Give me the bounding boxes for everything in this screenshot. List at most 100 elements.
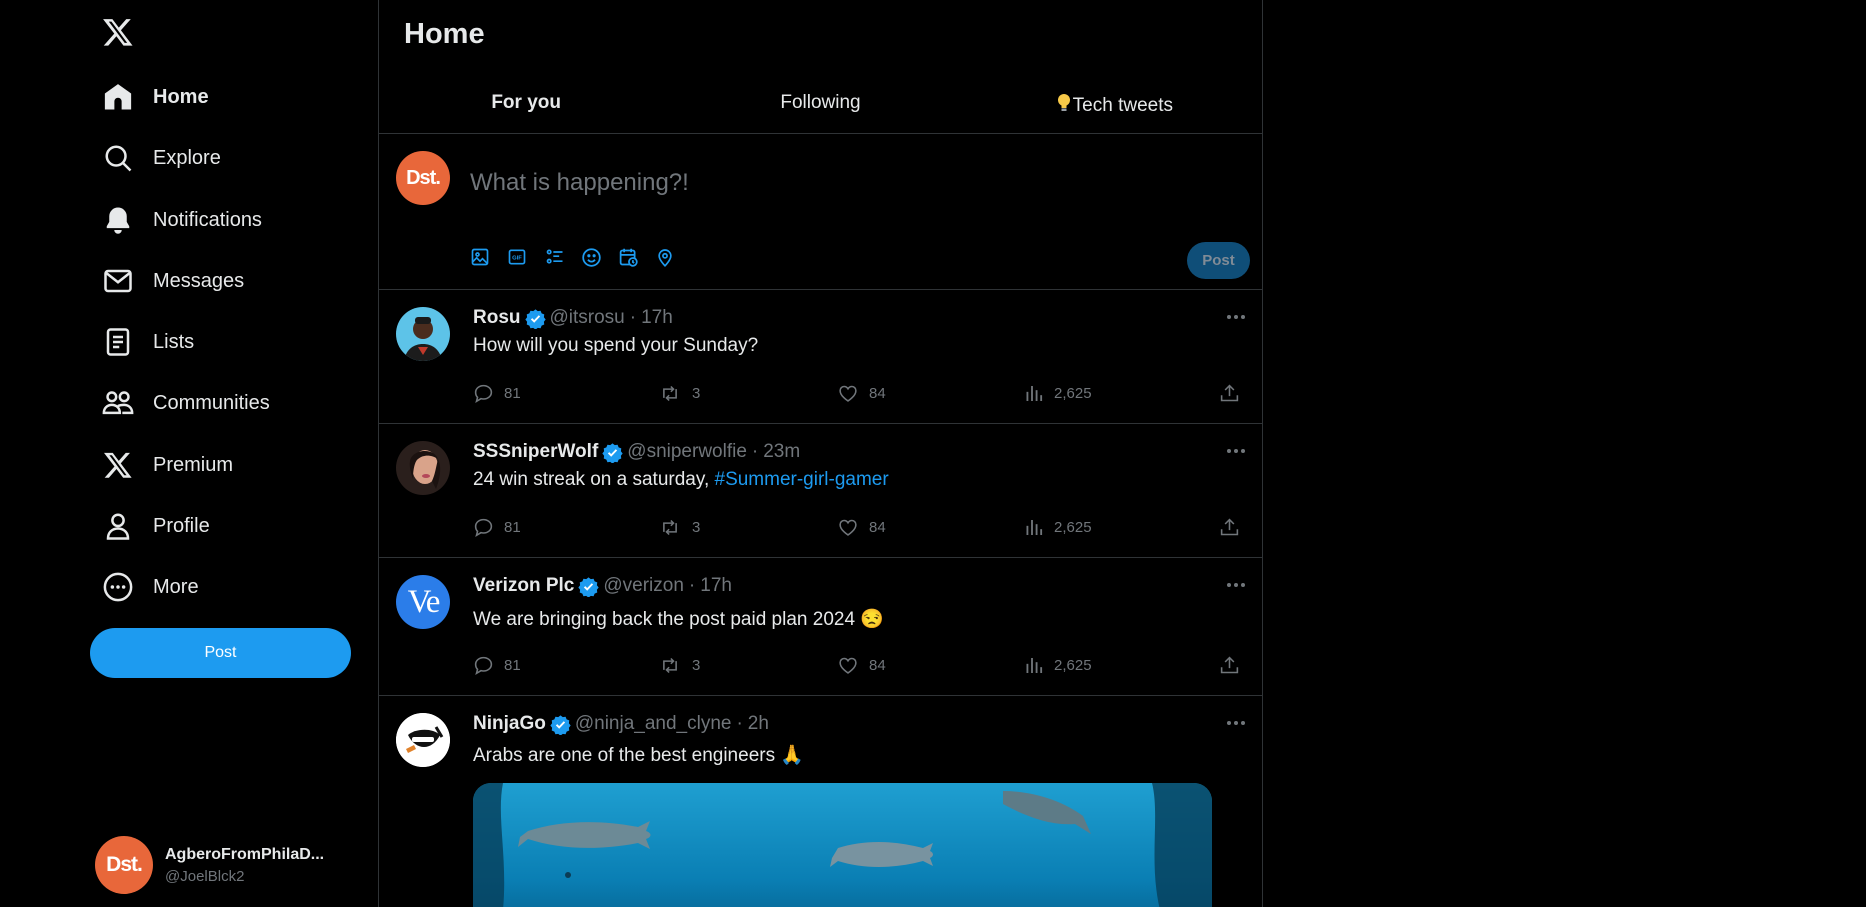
account-handle: @JoelBlck2 xyxy=(165,867,245,885)
more-options-icon[interactable] xyxy=(1224,441,1248,461)
sidebar-item-more[interactable]: More xyxy=(102,567,199,607)
share-button[interactable] xyxy=(1219,655,1250,676)
reply-icon xyxy=(474,656,493,676)
analytics-icon xyxy=(1026,658,1043,673)
author-name[interactable]: SSSniperWolf xyxy=(473,441,598,463)
author-handle[interactable]: @sniperwolfie xyxy=(627,441,747,463)
reply-count: 81 xyxy=(504,385,521,402)
repost-button[interactable]: 3 xyxy=(658,655,700,676)
separator-dot: · xyxy=(751,441,759,462)
avatar[interactable] xyxy=(396,441,450,495)
avatar[interactable]: Ve xyxy=(396,575,450,629)
author-handle[interactable]: @itsrosu xyxy=(550,307,625,329)
home-icon xyxy=(102,81,134,113)
sidebar-item-label: Messages xyxy=(153,269,245,292)
image-icon[interactable] xyxy=(470,242,507,272)
view-count: 2,625 xyxy=(1054,657,1092,674)
like-button[interactable]: 84 xyxy=(837,655,886,676)
share-icon xyxy=(1220,656,1239,674)
repost-icon xyxy=(663,385,677,402)
sidebar-item-lists[interactable]: Lists xyxy=(102,322,194,362)
person-icon xyxy=(102,510,134,542)
share-button[interactable] xyxy=(1219,383,1250,404)
avatar[interactable] xyxy=(396,713,450,767)
sidebar-item-label: Notifications xyxy=(153,208,262,231)
author-name[interactable]: NinjaGo xyxy=(473,713,546,735)
avatar[interactable] xyxy=(396,307,450,361)
more-options-icon[interactable] xyxy=(1224,575,1248,595)
tweet-actions: 81 3 84 2,625 xyxy=(473,383,1243,407)
reply-button[interactable]: 81 xyxy=(473,655,521,676)
tab-label: For you xyxy=(491,91,561,113)
account-switcher[interactable]: Dst. AgberoFromPhilaD... @JoelBlck2 xyxy=(95,836,345,894)
sidebar-item-explore[interactable]: Explore xyxy=(102,138,221,178)
heart-icon xyxy=(839,385,857,402)
view-count: 2,625 xyxy=(1054,519,1092,536)
views-button[interactable]: 2,625 xyxy=(1024,517,1092,538)
lightbulb-icon xyxy=(1057,93,1071,118)
tweet-time[interactable]: 23m xyxy=(763,441,800,463)
tab-tech-tweets[interactable]: Tech tweets xyxy=(968,72,1262,133)
views-button[interactable]: 2,625 xyxy=(1024,383,1092,404)
compose-input[interactable] xyxy=(470,165,1170,201)
account-name: AgberoFromPhilaD... xyxy=(165,845,325,863)
page-title: Home xyxy=(404,18,485,50)
tab-for-you[interactable]: For you xyxy=(379,72,673,133)
emoji-icon[interactable] xyxy=(581,242,618,272)
location-icon[interactable] xyxy=(655,242,692,272)
views-button[interactable]: 2,625 xyxy=(1024,655,1092,676)
composer-toolbar: GIF xyxy=(470,242,692,272)
like-button[interactable]: 84 xyxy=(837,383,886,404)
sidebar-item-notifications[interactable]: Notifications xyxy=(102,200,262,240)
tweet[interactable]: SSSniperWolf @sniperwolfie · 23m 24 win … xyxy=(379,425,1262,558)
share-icon xyxy=(1220,518,1239,536)
more-options-icon[interactable] xyxy=(1224,713,1248,733)
mail-icon xyxy=(102,265,134,297)
avatar-text: Ve xyxy=(407,583,441,620)
app: Home Explore Notifications Messages List xyxy=(0,0,1866,907)
composer-post-button[interactable]: Post xyxy=(1187,242,1250,279)
author-handle[interactable]: @verizon xyxy=(603,575,684,597)
tweet-text: How will you spend your Sunday? xyxy=(473,335,759,356)
svg-text:GIF: GIF xyxy=(512,256,522,262)
tweet[interactable]: Ve Verizon Plc @verizon · 17h We are bri… xyxy=(379,559,1262,696)
x-logo-icon[interactable] xyxy=(102,16,138,52)
sidebar: Home Explore Notifications Messages List xyxy=(0,0,378,907)
reply-button[interactable]: 81 xyxy=(473,517,521,538)
sidebar-item-messages[interactable]: Messages xyxy=(102,261,244,301)
reply-icon xyxy=(474,518,493,538)
tweet[interactable]: Rosu @itsrosu · 17h How will you spend y… xyxy=(379,291,1262,424)
repost-button[interactable]: 3 xyxy=(658,383,700,404)
separator-dot: · xyxy=(629,307,637,328)
separator-dot: · xyxy=(736,713,743,734)
like-count: 84 xyxy=(869,519,886,536)
share-button[interactable] xyxy=(1219,517,1250,538)
list-icon xyxy=(102,326,134,358)
tweet-header: Verizon Plc @verizon · 17h xyxy=(473,575,732,597)
sidebar-item-communities[interactable]: Communities xyxy=(102,383,270,423)
sidebar-item-home[interactable]: Home xyxy=(102,77,209,117)
author-handle[interactable]: @ninja_and_clyne xyxy=(575,713,732,735)
tweet-time[interactable]: 2h xyxy=(748,713,769,735)
author-name[interactable]: Verizon Plc xyxy=(473,575,574,597)
more-options-icon[interactable] xyxy=(1224,307,1248,327)
tweet-time[interactable]: 17h xyxy=(641,307,673,329)
hashtag-link[interactable]: #Summer-girl-gamer xyxy=(715,469,889,490)
tweet-time[interactable]: 17h xyxy=(700,575,732,597)
sidebar-item-premium[interactable]: Premium xyxy=(102,445,233,485)
sidebar-item-label: Profile xyxy=(153,514,210,537)
tab-following[interactable]: Following xyxy=(673,72,967,133)
tweet[interactable]: NinjaGo @ninja_and_clyne · 2h Arabs are … xyxy=(379,697,1262,907)
poll-icon[interactable] xyxy=(544,242,581,272)
reply-button[interactable]: 81 xyxy=(473,383,521,404)
like-count: 84 xyxy=(869,657,886,674)
bell-icon xyxy=(102,204,134,236)
schedule-icon[interactable] xyxy=(618,242,655,272)
author-name[interactable]: Rosu xyxy=(473,307,521,329)
post-button[interactable]: Post xyxy=(90,628,351,678)
sidebar-item-profile[interactable]: Profile xyxy=(102,506,210,546)
gif-icon[interactable]: GIF xyxy=(507,242,544,272)
repost-button[interactable]: 3 xyxy=(658,517,700,538)
like-button[interactable]: 84 xyxy=(837,517,886,538)
tweet-media-image[interactable] xyxy=(473,783,1212,907)
